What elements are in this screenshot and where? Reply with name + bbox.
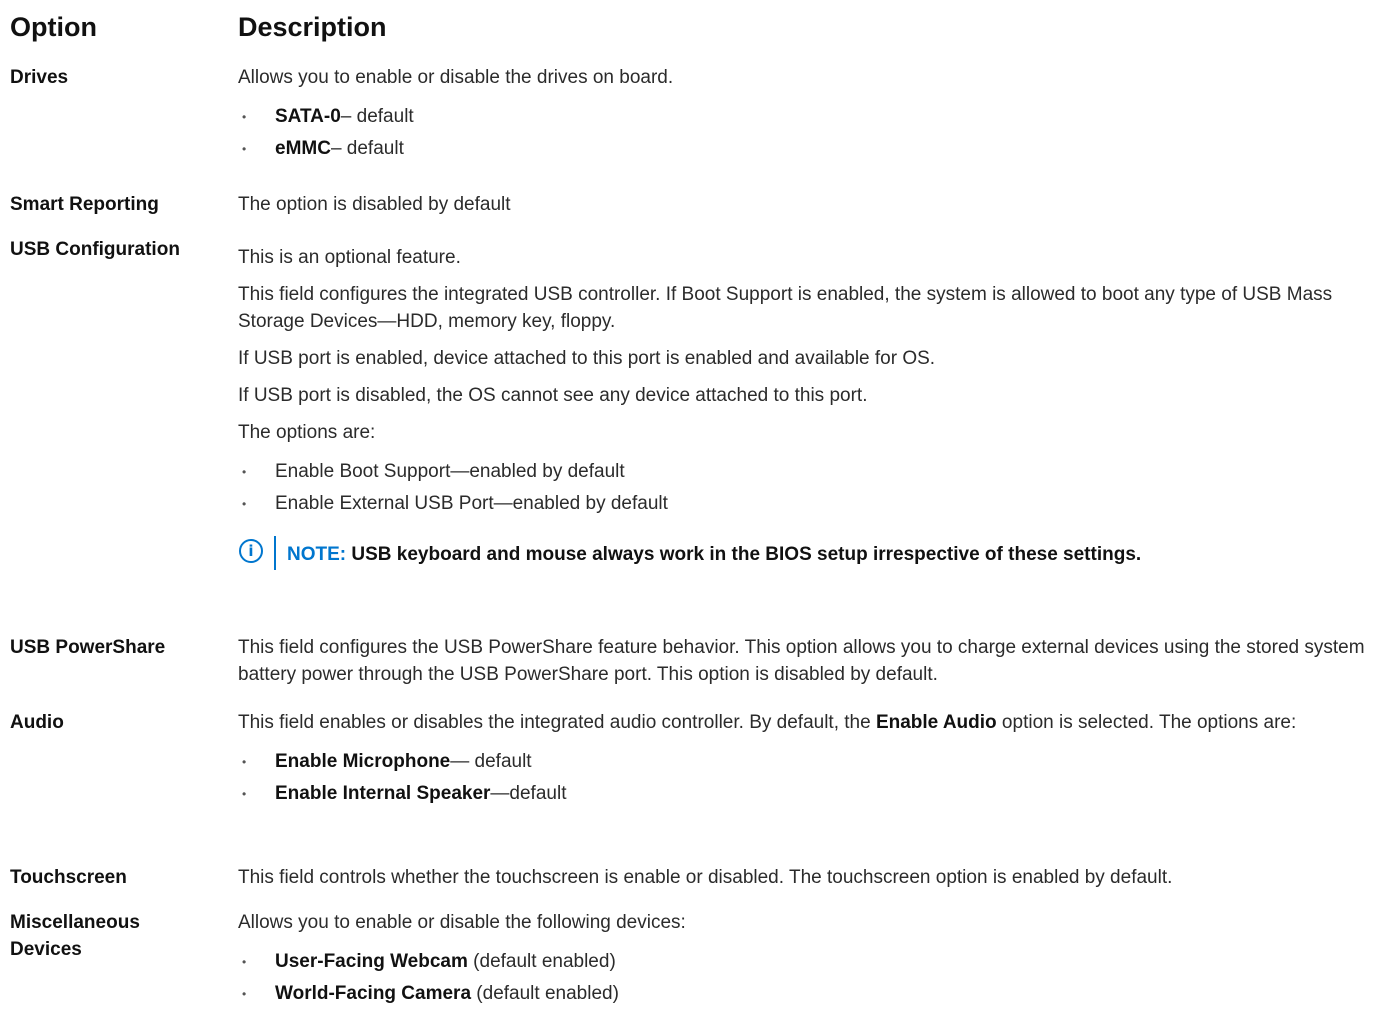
option-name: USB Configuration — [10, 239, 180, 260]
note-text: NOTE: USB keyboard and mouse always work… — [287, 544, 1142, 565]
description-text: If USB port is enabled, device attached … — [238, 348, 936, 369]
list-item: Enable Boot Support—enabled by default — [238, 456, 1368, 488]
list-item: Enable External USB Port—enabled by defa… — [238, 488, 1368, 520]
note-label: NOTE: — [287, 544, 347, 565]
header-description: Description — [238, 12, 387, 42]
description-text: If USB port is disabled, the OS cannot s… — [238, 385, 868, 406]
description-text: This field controls whether the touchscr… — [238, 867, 1173, 888]
description-text: This field enables or disables the integ… — [238, 712, 1297, 733]
option-name: Drives — [10, 67, 69, 88]
description-text: This field configures the integrated USB… — [238, 284, 1333, 332]
note-callout: i NOTE: USB keyboard and mouse always wo… — [238, 530, 1368, 574]
option-description: The option is disabled by default — [238, 191, 1368, 228]
bullet-list: User-Facing Webcam (default enabled) Wor… — [238, 946, 1368, 1010]
list-item: Enable Microphone— default — [238, 746, 1368, 778]
option-description: Allows you to enable or disable the driv… — [238, 64, 1368, 165]
option-name: Touchscreen — [10, 867, 127, 888]
option-description: Allows you to enable or disable the foll… — [238, 909, 1368, 1010]
info-icon: i — [239, 539, 263, 563]
description-text: This field configures the USB PowerShare… — [238, 637, 1365, 685]
bullet-list: Enable Boot Support—enabled by default E… — [238, 456, 1368, 520]
option-description: This field configures the USB PowerShare… — [238, 634, 1368, 698]
table-header: Option Description — [10, 12, 387, 46]
option-description: This field controls whether the touchscr… — [238, 864, 1368, 901]
bullet-list: SATA-0– default eMMC– default — [238, 101, 1368, 165]
list-item: World-Facing Camera (default enabled) — [238, 978, 1368, 1010]
bullet-list: Enable Microphone— default Enable Intern… — [238, 746, 1368, 810]
list-item: SATA-0– default — [238, 101, 1368, 133]
description-text: The option is disabled by default — [238, 194, 511, 215]
description-text: This is an optional feature. — [238, 247, 461, 268]
header-option: Option — [10, 12, 97, 42]
list-item: Enable Internal Speaker—default — [238, 778, 1368, 810]
option-name: Smart Reporting — [10, 194, 159, 215]
option-name: Miscellaneous Devices — [10, 912, 140, 960]
note-divider — [274, 536, 276, 570]
bios-options-table: Option Description Drives Allows you to … — [0, 0, 1374, 1010]
list-item: eMMC– default — [238, 133, 1368, 165]
option-description: This field enables or disables the integ… — [238, 709, 1368, 810]
option-name: USB PowerShare — [10, 637, 166, 658]
description-text: Allows you to enable or disable the foll… — [238, 912, 686, 933]
description-text: The options are: — [238, 422, 376, 443]
list-item: User-Facing Webcam (default enabled) — [238, 946, 1368, 978]
option-description: This is an optional feature. This field … — [238, 244, 1368, 574]
description-text: Allows you to enable or disable the driv… — [238, 67, 674, 88]
option-name: Audio — [10, 712, 64, 733]
